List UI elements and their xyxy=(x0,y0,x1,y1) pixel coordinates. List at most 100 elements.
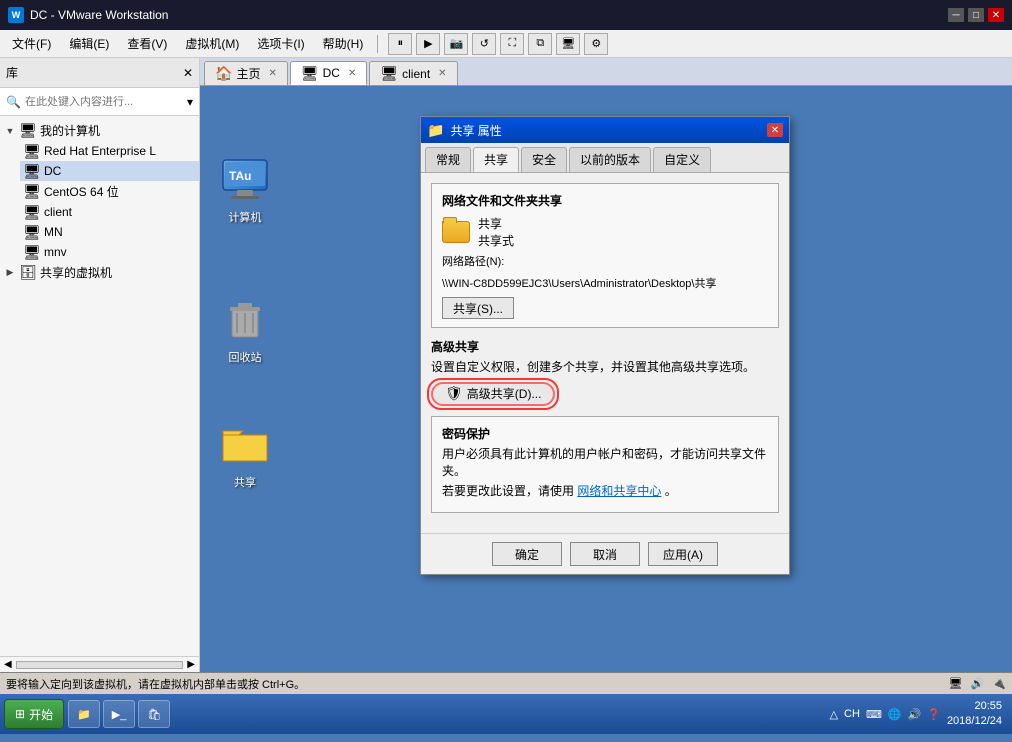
dialog-tab-share[interactable]: 共享 xyxy=(473,147,519,172)
toolbar-unity[interactable]: ⧉ xyxy=(528,33,552,55)
share-folder-label: 共享 xyxy=(231,473,259,491)
taskbar-app-explorer[interactable]: 📁 xyxy=(68,700,100,728)
computer-icon-image: TAu xyxy=(221,156,269,204)
tree-item-label: client xyxy=(44,205,72,219)
status-audio-icon: 🔊 xyxy=(971,677,985,690)
close-button[interactable]: ✕ xyxy=(988,8,1004,22)
sidebar-tree: ▼ 🖥 我的计算机 🖥 Red Hat Enterprise L 🖥 DC 🖥 … xyxy=(0,116,199,656)
clock-date: 2018/12/24 xyxy=(947,714,1002,729)
tree-root-my-computer[interactable]: ▼ 🖥 我的计算机 xyxy=(0,120,199,141)
dialog-tab-previous[interactable]: 以前的版本 xyxy=(569,147,651,172)
toolbar-play[interactable]: ▶ xyxy=(416,33,440,55)
scroll-left-icon[interactable]: ◀ xyxy=(4,659,12,670)
maximize-button[interactable]: □ xyxy=(968,8,984,22)
advanced-share-btn-container: 🛡 高级共享(D)... xyxy=(431,382,555,406)
taskbar-app-store[interactable]: 🛍 xyxy=(138,700,170,728)
tree-item-dc[interactable]: 🖥 DC xyxy=(20,161,199,181)
search-input[interactable] xyxy=(25,96,183,108)
dialog-tab-custom[interactable]: 自定义 xyxy=(653,147,711,172)
tab-home[interactable]: 🏠 主页 ✕ xyxy=(204,61,288,85)
tray-network-icon[interactable]: 🌐 xyxy=(888,708,902,721)
apply-button[interactable]: 应用(A) xyxy=(648,542,718,566)
tray-volume-icon[interactable]: 🔊 xyxy=(908,708,922,721)
shield-icon: 🛡 xyxy=(445,385,463,402)
clock-display[interactable]: 20:55 2018/12/24 xyxy=(947,699,1002,730)
home-icon: 🏠 xyxy=(215,65,232,82)
tab-dc-close[interactable]: ✕ xyxy=(348,68,356,79)
sidebar-search-bar[interactable]: 🔍 ▾ xyxy=(0,88,199,116)
tree-item-rhel[interactable]: 🖥 Red Hat Enterprise L xyxy=(20,141,199,161)
tree-item-mn[interactable]: 🖥 MN xyxy=(20,222,199,242)
lang-indicator[interactable]: CH xyxy=(844,708,860,720)
tab-client[interactable]: 🖥 client ✕ xyxy=(369,61,457,85)
start-button[interactable]: ⊞ 开始 xyxy=(4,699,64,729)
toolbar-monitor[interactable]: 🖥 xyxy=(556,33,580,55)
tree-expand-icon[interactable]: ▼ xyxy=(4,125,16,137)
taskbar-apps: 📁 ▶_ 🛍 xyxy=(68,700,820,728)
toolbar-revert[interactable]: ↺ xyxy=(472,33,496,55)
tab-dc[interactable]: 🖥 DC ✕ xyxy=(290,61,368,85)
toolbar-fullscreen[interactable]: ⛶ xyxy=(500,33,524,55)
toolbar-settings[interactable]: ⚙ xyxy=(584,33,608,55)
menu-vm[interactable]: 虚拟机(M) xyxy=(177,32,247,55)
taskbar-app-powershell[interactable]: ▶_ xyxy=(103,700,136,728)
tree-item-label: MN xyxy=(44,225,63,239)
dialog-content: 网络文件和文件夹共享 共享 共享式 网络路径(N): \\WIN xyxy=(421,173,789,533)
vm-desktop[interactable]: TAu 计算机 xyxy=(200,86,1012,672)
terminal-taskbar-icon: ▶_ xyxy=(112,708,127,721)
scroll-right-icon[interactable]: ▶ xyxy=(187,659,195,670)
tab-client-close[interactable]: ✕ xyxy=(438,68,446,79)
folder-taskbar-icon: 📁 xyxy=(77,708,91,721)
folder-label-1: 共享 xyxy=(478,215,514,232)
tray-question-icon[interactable]: ❓ xyxy=(927,708,941,721)
tab-home-close[interactable]: ✕ xyxy=(268,68,276,79)
clock-time: 20:55 xyxy=(947,699,1002,714)
ok-button[interactable]: 确定 xyxy=(492,542,562,566)
menu-tab[interactable]: 选项卡(I) xyxy=(249,32,312,55)
menu-bar: 文件(F) 编辑(E) 查看(V) 虚拟机(M) 选项卡(I) 帮助(H) ⏸ … xyxy=(0,30,1012,58)
tree-item-shared-vms[interactable]: ▶ 🗄 共享的虚拟机 xyxy=(0,262,199,283)
menu-help[interactable]: 帮助(H) xyxy=(315,32,372,55)
dialog-tab-general[interactable]: 常规 xyxy=(425,147,471,172)
tree-expand-icon[interactable]: ▶ xyxy=(4,267,16,279)
minimize-button[interactable]: ─ xyxy=(948,8,964,22)
menu-edit[interactable]: 编辑(E) xyxy=(61,32,117,55)
tree-item-centos[interactable]: 🖥 CentOS 64 位 xyxy=(20,181,199,202)
sidebar-close-button[interactable]: ✕ xyxy=(183,66,193,80)
tree-root-label: 我的计算机 xyxy=(40,122,100,139)
dialog-title-bar[interactable]: 📁 共享 属性 ✕ xyxy=(421,117,789,143)
vm-icon: 🖥 xyxy=(24,204,40,220)
pwd-desc-3-text: 。 xyxy=(665,484,677,498)
dialog-tabs: 常规 共享 安全 以前的版本 自定义 xyxy=(421,143,789,173)
app-icon: W xyxy=(8,7,24,23)
desktop-icon-share[interactable]: 共享 xyxy=(210,421,280,491)
dialog-tab-security[interactable]: 安全 xyxy=(521,147,567,172)
menu-file[interactable]: 文件(F) xyxy=(4,32,59,55)
cancel-button[interactable]: 取消 xyxy=(570,542,640,566)
menu-view[interactable]: 查看(V) xyxy=(119,32,175,55)
system-tray: △ CH ⌨ 🌐 🔊 ❓ 20:55 2018/12/24 xyxy=(824,699,1008,730)
desktop-icon-recycle[interactable]: 回收站 xyxy=(210,296,280,366)
toolbar-snapshot[interactable]: 📷 xyxy=(444,33,468,55)
status-text: 要将输入定向到该虚拟机，请在虚拟机内部单击或按 Ctrl+G。 xyxy=(6,676,305,692)
tree-item-client[interactable]: 🖥 client xyxy=(20,202,199,222)
network-share-center-link[interactable]: 网络和共享中心 xyxy=(577,484,661,498)
tray-arrow-icon[interactable]: △ xyxy=(830,708,838,721)
network-path-prefix: 网络路径(N): xyxy=(442,256,504,268)
tab-home-label: 主页 xyxy=(236,65,260,82)
status-bar: 要将输入定向到该虚拟机，请在虚拟机内部单击或按 Ctrl+G。 🖥 🔊 🔌 xyxy=(0,672,1012,694)
toolbar-pause[interactable]: ⏸ xyxy=(388,33,412,55)
advanced-share-button[interactable]: 🛡 高级共享(D)... xyxy=(431,382,555,406)
sidebar-title: 库 xyxy=(6,64,18,81)
share-button[interactable]: 共享(S)... xyxy=(442,297,514,319)
dc-icon: 🖥 xyxy=(301,65,319,82)
client-icon: 🖥 xyxy=(380,65,398,82)
tray-keyboard-icon[interactable]: ⌨ xyxy=(866,708,882,721)
menu-divider xyxy=(377,35,378,53)
dialog-close-button[interactable]: ✕ xyxy=(767,123,783,137)
recycle-icon-label: 回收站 xyxy=(226,348,265,366)
folder-row: 共享 共享式 xyxy=(442,215,768,249)
search-dropdown-icon[interactable]: ▾ xyxy=(187,95,193,109)
tree-item-mnv[interactable]: 🖥 mnv xyxy=(20,242,199,262)
desktop-icon-computer[interactable]: TAu 计算机 xyxy=(210,156,280,226)
